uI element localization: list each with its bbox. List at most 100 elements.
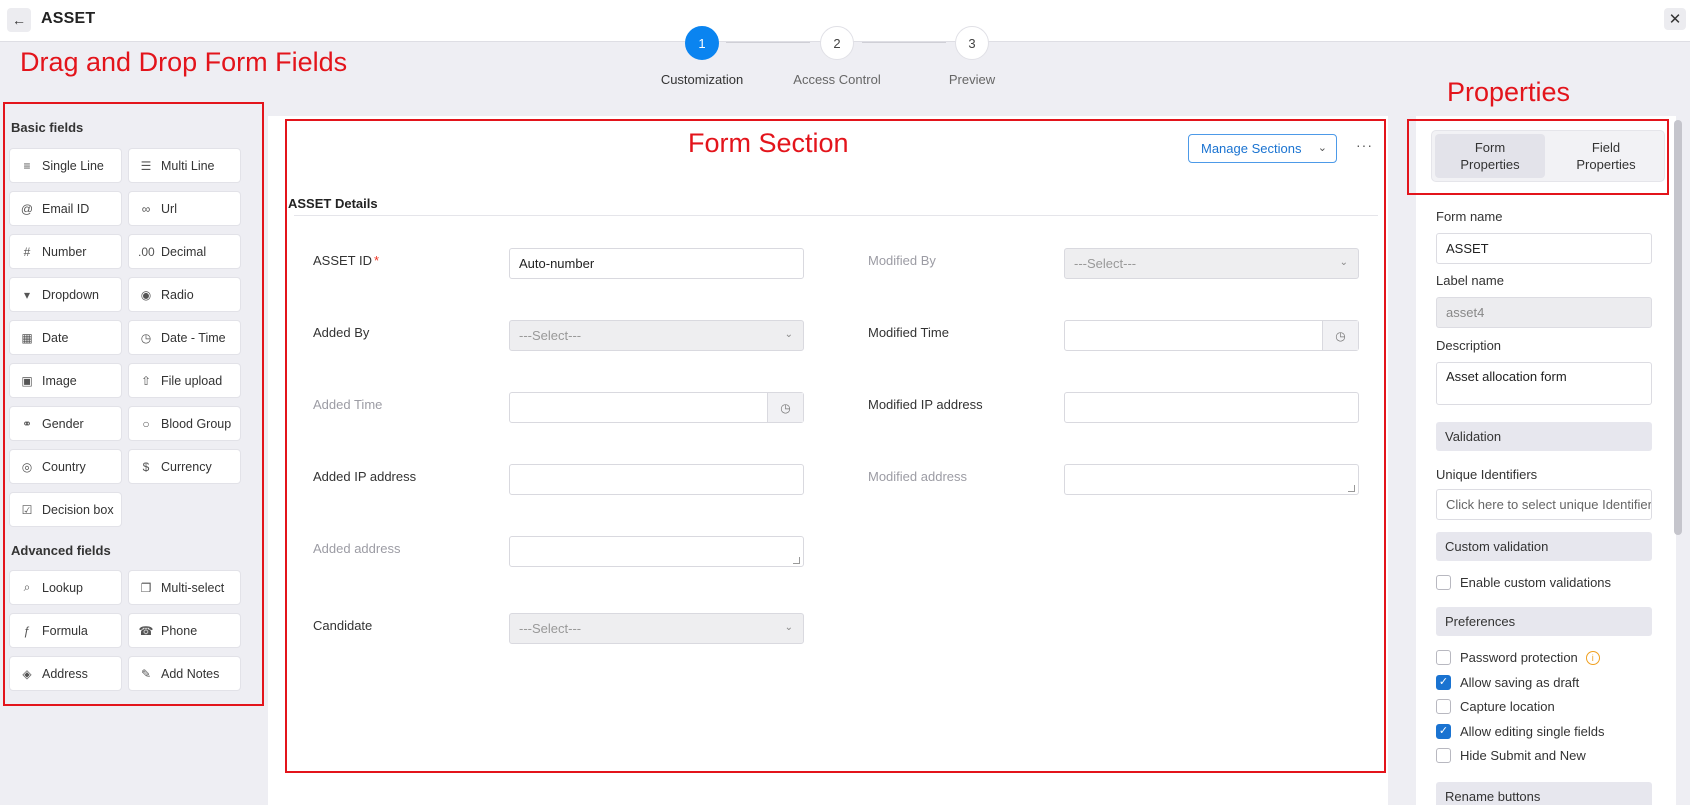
field-label-added-ip: Added IP address: [313, 469, 417, 484]
preference-password-protection[interactable]: Password protection i: [1436, 650, 1600, 665]
calendar-icon: ▦: [21, 330, 33, 345]
form-name-input[interactable]: ASSET: [1436, 233, 1652, 264]
custom-validation-header[interactable]: Custom validation: [1436, 532, 1652, 561]
rename-buttons-header[interactable]: Rename buttons: [1436, 782, 1652, 805]
close-button[interactable]: ✕: [1664, 8, 1686, 30]
field-type-add-notes[interactable]: ✎ Add Notes: [128, 656, 241, 691]
field-type-radio[interactable]: ◉ Radio: [128, 277, 241, 312]
checkbox-checked-icon[interactable]: ✓: [1436, 724, 1451, 739]
checkbox-icon[interactable]: [1436, 699, 1451, 714]
app-title: ASSET: [41, 10, 96, 27]
modified-address-textarea[interactable]: [1064, 464, 1359, 495]
calendar-clock-icon[interactable]: ◷: [1322, 321, 1358, 350]
field-type-label: Blood Group: [161, 416, 232, 431]
properties-scrollbar[interactable]: [1674, 120, 1682, 535]
field-type-url[interactable]: ∞ Url: [128, 191, 241, 226]
validation-header[interactable]: Validation: [1436, 422, 1652, 451]
checkbox-checked-icon[interactable]: ✓: [1436, 675, 1451, 690]
step-preview[interactable]: 3 Preview: [922, 26, 1022, 87]
chevron-down-icon: ⌄: [784, 622, 793, 633]
modified-ip-input[interactable]: [1064, 392, 1359, 423]
field-type-date[interactable]: ▦ Date: [9, 320, 122, 355]
field-type-blood-group[interactable]: ○ Blood Group: [128, 406, 241, 441]
basic-fields-title: Basic fields: [11, 120, 84, 135]
preferences-header[interactable]: Preferences: [1436, 607, 1652, 636]
field-type-gender[interactable]: ⚭ Gender: [9, 406, 122, 441]
field-label-added-time: Added Time: [313, 397, 383, 412]
field-type-single-line[interactable]: ≡ Single Line: [9, 148, 122, 183]
field-type-lookup[interactable]: ⌕ Lookup: [9, 570, 122, 605]
added-address-textarea[interactable]: [509, 536, 804, 567]
field-type-label: Lookup: [42, 580, 84, 595]
field-type-multi-select[interactable]: ❐ Multi-select: [128, 570, 241, 605]
step-customization[interactable]: 1 Customization: [652, 26, 752, 87]
resize-handle[interactable]: [1348, 485, 1355, 492]
added-ip-input[interactable]: [509, 464, 804, 495]
field-type-number[interactable]: # Number: [9, 234, 122, 269]
field-type-currency[interactable]: $ Currency: [128, 449, 241, 484]
field-type-dropdown[interactable]: ▾ Dropdown: [9, 277, 122, 312]
label-name-input[interactable]: asset4: [1436, 297, 1652, 328]
step-label: Customization: [660, 72, 744, 87]
field-type-label: Radio: [161, 287, 194, 302]
asset-id-input[interactable]: Auto-number: [509, 248, 804, 279]
checkbox-icon[interactable]: [1436, 650, 1451, 665]
candidate-select[interactable]: ---Select--- ⌄: [509, 613, 804, 644]
description-textarea[interactable]: Asset allocation form: [1436, 362, 1652, 405]
preference-allow-editing-single-fields[interactable]: ✓ Allow editing single fields: [1436, 724, 1605, 739]
preference-capture-location[interactable]: Capture location: [1436, 699, 1555, 714]
image-icon: ▣: [21, 373, 33, 388]
step-number: 2: [820, 26, 854, 60]
step-access-control[interactable]: 2 Access Control: [787, 26, 887, 87]
enable-custom-validations-checkbox[interactable]: Enable custom validations: [1436, 575, 1611, 590]
multi-line-icon: ☰: [140, 158, 152, 173]
field-label-modified-ip: Modified IP address: [868, 397, 983, 412]
added-time-input[interactable]: ◷: [509, 392, 804, 423]
field-type-multi-line[interactable]: ☰ Multi Line: [128, 148, 241, 183]
field-label-modified-by: Modified By: [868, 253, 936, 268]
preference-hide-submit-and-new[interactable]: Hide Submit and New: [1436, 748, 1586, 763]
calendar-clock-icon: ◷: [140, 330, 152, 345]
description-label: Description: [1436, 338, 1502, 353]
info-icon[interactable]: i: [1585, 650, 1600, 665]
checkbox-icon[interactable]: [1436, 575, 1451, 590]
field-type-label: Multi-select: [161, 580, 225, 595]
field-type-label: Number: [42, 244, 87, 259]
field-type-email-id[interactable]: @ Email ID: [9, 191, 122, 226]
field-type-label: Gender: [42, 416, 84, 431]
field-type-date-time[interactable]: ◷ Date - Time: [128, 320, 241, 355]
field-label-added-address: Added address: [313, 541, 401, 556]
form-name-label: Form name: [1436, 209, 1503, 224]
calendar-clock-icon[interactable]: ◷: [767, 393, 803, 422]
field-type-decision-box[interactable]: ☑ Decision box: [9, 492, 122, 527]
added-by-select[interactable]: ---Select--- ⌄: [509, 320, 804, 351]
tab-form-properties[interactable]: Form Properties: [1435, 134, 1545, 178]
field-label-modified-time: Modified Time: [868, 325, 949, 340]
field-type-label: File upload: [161, 373, 223, 388]
modified-by-select[interactable]: ---Select--- ⌄: [1064, 248, 1359, 279]
field-type-country[interactable]: ◎ Country: [9, 449, 122, 484]
field-type-file-upload[interactable]: ⇧ File upload: [128, 363, 241, 398]
manage-sections-button[interactable]: Manage Sections ⌄: [1188, 134, 1337, 163]
label-name-label: Label name: [1436, 273, 1504, 288]
modified-time-input[interactable]: ◷: [1064, 320, 1359, 351]
field-type-label: Multi Line: [161, 158, 215, 173]
field-type-label: Country: [42, 459, 86, 474]
resize-handle[interactable]: [793, 557, 800, 564]
field-type-label: Add Notes: [161, 666, 220, 681]
tab-field-properties[interactable]: Field Properties: [1551, 134, 1661, 178]
preference-label: Hide Submit and New: [1460, 748, 1586, 763]
field-type-decimal[interactable]: .00 Decimal: [128, 234, 241, 269]
checkbox-icon[interactable]: [1436, 748, 1451, 763]
unique-identifiers-input[interactable]: Click here to select unique Identifiers: [1436, 489, 1652, 520]
single-line-icon: ≡: [23, 158, 31, 173]
section-title: ASSET Details: [288, 196, 378, 211]
preference-allow-saving-as-draft[interactable]: ✓ Allow saving as draft: [1436, 675, 1579, 690]
field-type-formula[interactable]: ƒ Formula: [9, 613, 122, 648]
section-divider: [294, 215, 1378, 216]
field-type-image[interactable]: ▣ Image: [9, 363, 122, 398]
more-options-icon[interactable]: ···: [1356, 137, 1373, 153]
field-type-phone[interactable]: ☎ Phone: [128, 613, 241, 648]
back-button[interactable]: ←: [7, 8, 31, 32]
field-type-address[interactable]: ◈ Address: [9, 656, 122, 691]
